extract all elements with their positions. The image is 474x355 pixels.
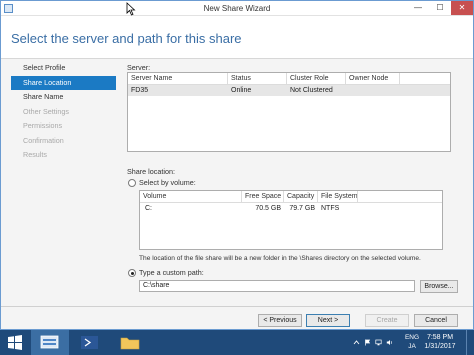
- page-title: Select the server and path for this shar…: [11, 31, 242, 46]
- show-desktop-button[interactable]: [466, 330, 467, 355]
- nav-item-results: Results: [23, 150, 47, 159]
- network-icon[interactable]: [375, 339, 382, 346]
- windows-logo-icon: [8, 335, 22, 350]
- window-title: New Share Wizard: [203, 4, 271, 13]
- column-header-free-space[interactable]: Free Space: [242, 191, 284, 202]
- create-button: Create: [365, 314, 409, 327]
- taskbar-clock[interactable]: 7:58 PM 1/31/2017: [418, 333, 462, 351]
- footer-divider: [1, 306, 473, 307]
- column-header-server-name[interactable]: Server Name: [128, 73, 228, 84]
- close-button[interactable]: ✕: [451, 1, 473, 15]
- column-header-cluster-role[interactable]: Cluster Role: [287, 73, 346, 84]
- server-table-header: Server Name Status Cluster Role Owner No…: [128, 73, 450, 85]
- file-system-cell: NTFS: [321, 205, 340, 212]
- clock-date: 1/31/2017: [424, 343, 456, 350]
- capacity-cell: 79.7 GB: [289, 205, 315, 212]
- powershell-icon: [81, 336, 98, 349]
- taskbar-file-explorer[interactable]: [111, 330, 149, 355]
- header: Select the server and path for this shar…: [1, 16, 473, 58]
- wizard-nav: Select Profile Share Location Share Name…: [11, 61, 116, 163]
- minimize-button[interactable]: —: [407, 1, 429, 15]
- chevron-up-icon[interactable]: [353, 339, 360, 346]
- volume-table-header: Volume Free Space Capacity File System: [140, 191, 442, 203]
- browse-button[interactable]: Browse...: [420, 280, 458, 293]
- taskbar-server-manager[interactable]: [31, 330, 69, 355]
- column-header-capacity[interactable]: Capacity: [284, 191, 318, 202]
- server-manager-icon: [40, 335, 59, 349]
- column-header-owner-node[interactable]: Owner Node: [346, 73, 400, 84]
- mouse-cursor-icon: [126, 2, 136, 16]
- start-button[interactable]: [0, 330, 30, 355]
- volume-cell: C:: [145, 205, 152, 212]
- title-bar[interactable]: New Share Wizard — ☐ ✕: [1, 1, 473, 16]
- nav-item-other-settings: Other Settings: [23, 106, 69, 116]
- server-label: Server:: [127, 63, 151, 72]
- next-button[interactable]: Next >: [306, 314, 350, 327]
- table-row[interactable]: FD35 Online Not Clustered: [128, 85, 450, 96]
- custom-path-input[interactable]: C:\share: [139, 280, 415, 292]
- select-by-volume-radio[interactable]: [128, 179, 136, 187]
- cluster-role-cell: Not Clustered: [290, 87, 333, 94]
- previous-button[interactable]: < Previous: [258, 314, 302, 327]
- volume-table: Volume Free Space Capacity File System C…: [139, 190, 443, 250]
- status-cell: Online: [231, 87, 252, 94]
- nav-item-share-location[interactable]: Share Location: [11, 75, 116, 90]
- column-header-file-system[interactable]: File System: [318, 191, 358, 202]
- nav-item-select-profile[interactable]: Select Profile: [11, 61, 116, 76]
- volume-icon[interactable]: [386, 339, 393, 346]
- wizard-window: New Share Wizard — ☐ ✕ Select the server…: [0, 0, 474, 330]
- custom-path-radio[interactable]: [128, 269, 136, 277]
- taskbar: ENG JA 7:58 PM 1/31/2017: [0, 330, 474, 355]
- nav-item-permissions: Permissions: [23, 121, 63, 130]
- custom-path-label: Type a custom path:: [139, 268, 204, 277]
- server-name-cell: FD35: [131, 87, 149, 94]
- free-space-cell: 70.5 GB: [255, 205, 281, 212]
- share-location-label: Share location:: [127, 167, 175, 176]
- maximize-button[interactable]: ☐: [429, 1, 451, 15]
- taskbar-powershell[interactable]: [71, 330, 109, 355]
- share-location-note: The location of the file share will be a…: [139, 255, 421, 262]
- nav-item-confirmation: Confirmation: [23, 135, 64, 145]
- column-header-volume[interactable]: Volume: [140, 191, 242, 202]
- column-header-status[interactable]: Status: [228, 73, 287, 84]
- flag-icon[interactable]: [364, 339, 371, 346]
- owner-node-cell: [346, 85, 400, 96]
- table-row[interactable]: C: 70.5 GB 79.7 GB NTFS: [140, 203, 442, 214]
- server-table: Server Name Status Cluster Role Owner No…: [127, 72, 451, 152]
- select-by-volume-label: Select by volume:: [139, 178, 196, 187]
- nav-item-share-name[interactable]: Share Name: [11, 90, 116, 105]
- folder-icon: [120, 337, 140, 350]
- radio-selected-dot: [130, 271, 134, 275]
- cancel-button[interactable]: Cancel: [414, 314, 458, 327]
- clock-time: 7:58 PM: [426, 334, 454, 341]
- header-divider: [1, 58, 473, 59]
